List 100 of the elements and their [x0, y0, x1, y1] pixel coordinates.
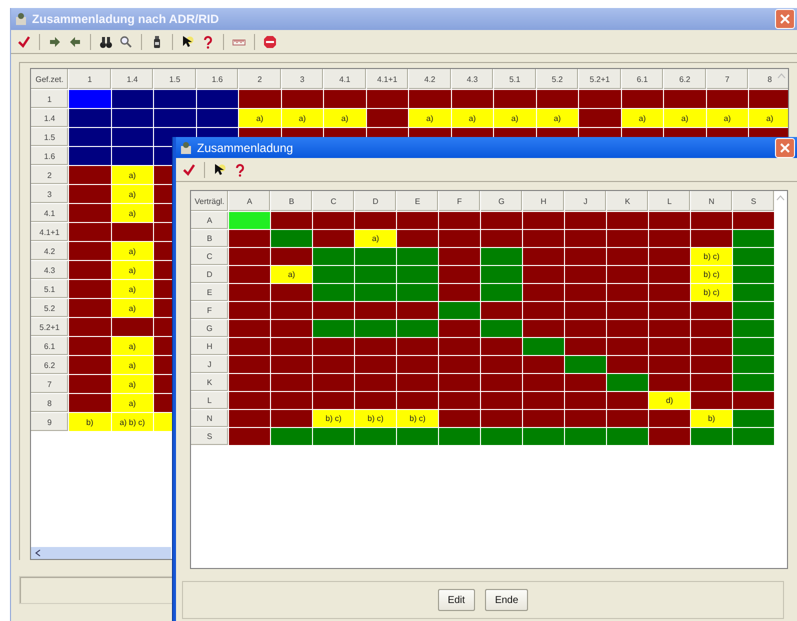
row-header: F	[191, 302, 228, 319]
row-header: 5.2+1	[31, 318, 68, 336]
column-header: E	[397, 191, 438, 211]
column-header: 5.1	[494, 69, 536, 89]
pointer-icon[interactable]	[213, 162, 227, 176]
search-icon[interactable]	[119, 34, 133, 48]
column-header: 6.2	[664, 69, 706, 89]
table-cell: a)	[112, 394, 153, 412]
table-cell: d)	[649, 392, 690, 409]
column-header: 2	[239, 69, 280, 89]
row-header: C	[191, 248, 228, 265]
row-header: B	[191, 230, 228, 247]
table-cell: a)	[271, 266, 312, 283]
close-icon[interactable]	[775, 138, 795, 158]
arrow-right-icon[interactable]	[48, 34, 62, 48]
table-cell: a)	[494, 109, 536, 127]
row-header: D	[191, 266, 228, 283]
column-header: K	[607, 191, 648, 211]
column-header: 6.1	[622, 69, 663, 89]
table-cell: a)	[112, 280, 153, 298]
row-header: 6.1	[31, 337, 68, 355]
arrow-left-icon[interactable]	[68, 34, 82, 48]
row-header: 8	[31, 394, 68, 412]
table-cell: b) c)	[691, 248, 732, 265]
column-header: 4.1+1	[366, 69, 408, 89]
column-header: 5.2+1	[579, 69, 620, 89]
column-header: 4.1	[324, 69, 366, 89]
column-header: C	[313, 191, 354, 211]
table-cell: b) c)	[691, 284, 732, 301]
table-cell: a)	[452, 109, 493, 127]
table-cell: a)	[409, 109, 450, 127]
table-cell: a) b) c)	[112, 413, 153, 431]
scrollbar[interactable]	[31, 547, 171, 559]
table-cell: a)	[622, 109, 663, 127]
table-cell: b) c)	[691, 266, 732, 283]
table-cell: b) c)	[397, 410, 438, 427]
column-header: F	[439, 191, 480, 211]
column-header: S	[733, 191, 774, 211]
table-cell: a)	[536, 109, 578, 127]
row-header: G	[191, 320, 228, 337]
column-header: J	[565, 191, 606, 211]
row-header: A	[191, 212, 228, 229]
table-cell: a)	[112, 337, 153, 355]
app-icon	[179, 140, 193, 154]
table-cell: b) c)	[355, 410, 396, 427]
row-header: 5.2	[31, 299, 68, 317]
row-header: 9	[31, 413, 68, 431]
column-header: D	[355, 191, 396, 211]
row-header: J	[191, 356, 228, 373]
question-icon[interactable]	[201, 34, 215, 48]
table-cell: a)	[112, 261, 153, 279]
row-header: 1.4	[31, 109, 68, 127]
table-cell: a)	[706, 109, 748, 127]
table-cell: b) c)	[313, 410, 354, 427]
stop-icon[interactable]	[263, 34, 277, 48]
close-icon[interactable]	[775, 9, 795, 29]
column-header: N	[691, 191, 732, 211]
table-cell: a)	[112, 166, 153, 184]
row-header: K	[191, 374, 228, 391]
row-header: 4.3	[31, 261, 68, 279]
row-header: L	[191, 392, 228, 409]
row-header: 2	[31, 166, 68, 184]
row-header: 4.2	[31, 242, 68, 260]
check-icon[interactable]	[182, 162, 196, 176]
row-header: 6.2	[31, 356, 68, 374]
column-header: 4.2	[409, 69, 450, 89]
scroll-left-icon[interactable]	[35, 549, 41, 557]
table-cell: a)	[749, 109, 788, 127]
check-icon[interactable]	[17, 34, 31, 48]
row-header: 5.1	[31, 280, 68, 298]
column-header: 1	[69, 69, 110, 89]
table-cell: a)	[112, 185, 153, 203]
corner-header: Verträgl.	[191, 191, 228, 211]
table-cell: a)	[324, 109, 366, 127]
row-header: 1	[31, 90, 68, 108]
column-header: 7	[706, 69, 748, 89]
table-cell: a)	[112, 356, 153, 374]
table-cell: a)	[239, 109, 280, 127]
corner-header: Gef.zet.	[31, 69, 68, 89]
column-header: 4.3	[452, 69, 493, 89]
pointer-icon[interactable]	[181, 34, 195, 48]
window-title: Zusammenladung nach ADR/RID	[32, 12, 219, 26]
dialog-button[interactable]: Edit	[438, 589, 475, 611]
table-cell: a)	[112, 204, 153, 222]
table-cell: a)	[112, 375, 153, 393]
column-header: B	[271, 191, 312, 211]
question-icon[interactable]	[233, 162, 247, 176]
column-header: 3	[282, 69, 323, 89]
column-header: A	[229, 191, 270, 211]
table-cell: b)	[691, 410, 732, 427]
table-cell: a)	[112, 242, 153, 260]
column-header: 1.4	[112, 69, 153, 89]
binoculars-icon[interactable]	[99, 34, 113, 48]
app-icon	[14, 12, 28, 26]
table-cell: a)	[355, 230, 396, 247]
row-header: 1.5	[31, 128, 68, 146]
column-header: G	[481, 191, 522, 211]
dialog-button[interactable]: Ende	[484, 589, 528, 611]
table-cell: a)	[112, 299, 153, 317]
table-cell: b)	[69, 413, 110, 431]
